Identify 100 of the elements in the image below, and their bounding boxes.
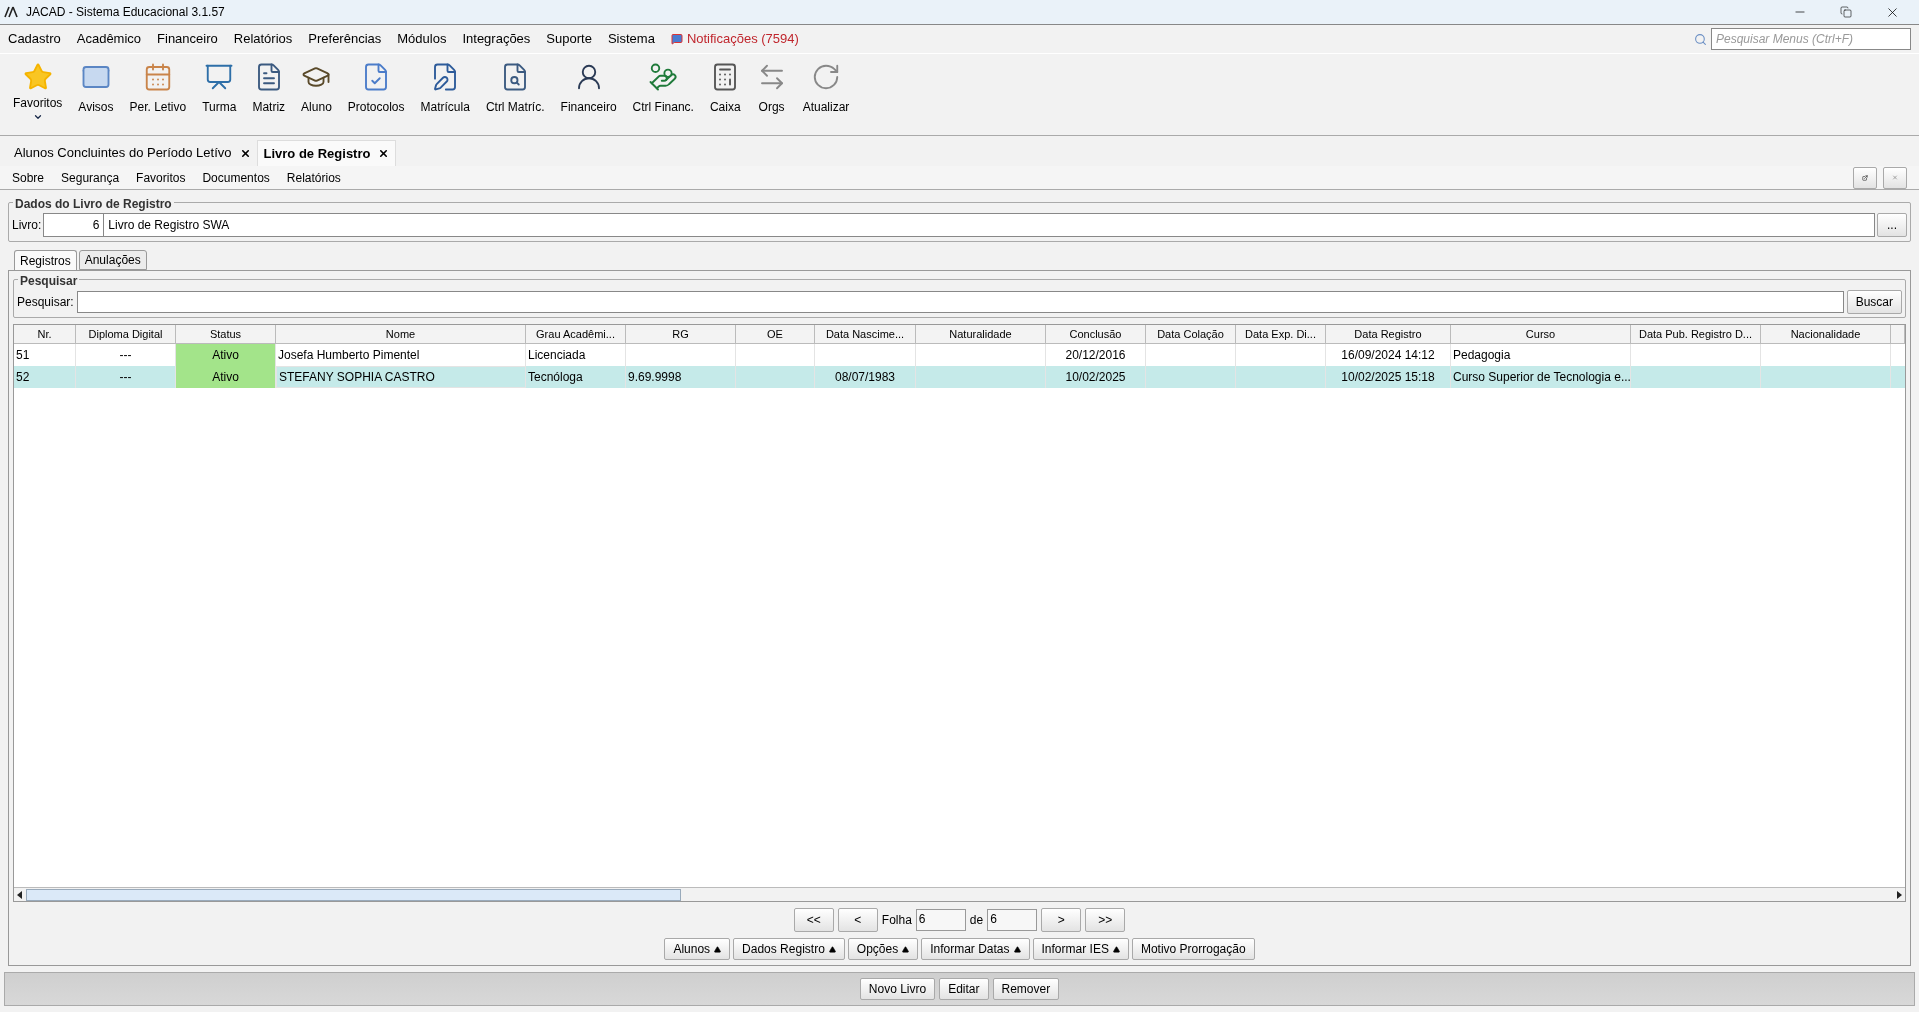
- toolbar-button[interactable]: Turma: [197, 60, 242, 116]
- table-cell: Ativo: [176, 344, 276, 366]
- window-title: JACAD - Sistema Educacional 3.1.57: [26, 4, 225, 21]
- table-cell: 52: [14, 366, 76, 388]
- page-label: Folha: [881, 912, 912, 929]
- hand-coins-icon: [648, 62, 679, 92]
- tab[interactable]: Anulações: [78, 250, 147, 270]
- document-tab[interactable]: Livro de Registro: [256, 140, 397, 166]
- tab[interactable]: Registros: [14, 250, 77, 270]
- table-cell: Curso Superior de Tecnologia e...: [1451, 366, 1631, 388]
- toolbar-button[interactable]: Favoritos: [8, 60, 68, 122]
- field-label: Livro:: [12, 217, 43, 234]
- dropdown-icon: [32, 112, 43, 122]
- menu-item[interactable]: Relatórios: [233, 29, 293, 49]
- search-icon: [1694, 32, 1707, 46]
- column-header[interactable]: OE: [736, 325, 815, 343]
- next-page-button[interactable]: >: [1041, 908, 1082, 932]
- column-header[interactable]: Data Registro: [1326, 325, 1451, 343]
- menu-item[interactable]: Preferências: [308, 29, 382, 49]
- menu-item[interactable]: Módulos: [397, 29, 447, 49]
- column-header[interactable]: Nome: [276, 325, 526, 343]
- action-menu-button[interactable]: Informar Datas: [921, 938, 1030, 960]
- toolbar-button[interactable]: Per. Letivo: [124, 60, 192, 116]
- first-page-button[interactable]: <<: [793, 908, 834, 932]
- horizontal-scrollbar[interactable]: [14, 887, 1905, 901]
- submenu-item[interactable]: Favoritos: [136, 168, 186, 187]
- toolbar-button[interactable]: Matriz: [247, 60, 291, 116]
- toolbar-button[interactable]: Protocolos: [342, 60, 410, 116]
- caret-icon: [1013, 945, 1021, 953]
- detach-button[interactable]: [1853, 166, 1877, 189]
- last-page-button[interactable]: >>: [1085, 908, 1126, 932]
- column-header[interactable]: Data Nascime...: [815, 325, 916, 343]
- menu-item[interactable]: Cadastro: [8, 29, 61, 49]
- toolbar-button[interactable]: Ctrl Financ.: [627, 60, 699, 116]
- table-cell: STEFANY SOPHIA CASTRO: [276, 366, 526, 388]
- restore-icon[interactable]: [1840, 6, 1852, 18]
- document-tab[interactable]: Alunos Concluintes do Período Letívo: [8, 140, 257, 166]
- column-header[interactable]: Nr.: [14, 325, 76, 343]
- toolbar-button[interactable]: Matrícula: [415, 60, 475, 116]
- caret-icon: [714, 945, 722, 953]
- caret-icon: [902, 945, 910, 953]
- close-icon[interactable]: [239, 147, 251, 159]
- toolbar-button[interactable]: Caixa: [704, 60, 746, 116]
- menu-item[interactable]: Acadêmico: [76, 29, 142, 49]
- menu-item[interactable]: Suporte: [546, 29, 592, 49]
- table-cell: 10/02/2025 15:18: [1326, 366, 1451, 388]
- scroll-left-icon[interactable]: [16, 890, 24, 899]
- action-menu-button[interactable]: Informar IES: [1032, 938, 1129, 960]
- action-menu-button[interactable]: Dados Registro: [733, 938, 845, 960]
- book-action-button[interactable]: Novo Livro: [859, 978, 936, 1000]
- book-action-button[interactable]: Remover: [992, 978, 1060, 1000]
- toolbar-button[interactable]: Orgs: [751, 60, 792, 116]
- menu-item[interactable]: Financeiro: [157, 29, 218, 49]
- menu-search-field[interactable]: Pesquisar Menus (Ctrl+F): [1711, 28, 1911, 50]
- column-header[interactable]: Diploma Digital: [76, 325, 176, 343]
- column-header[interactable]: Data Colação: [1146, 325, 1236, 343]
- toolbar-button[interactable]: Atualizar: [797, 60, 855, 116]
- table-row[interactable]: 52 --- Ativo STEFANY SOPHIA CASTRO Tecnóloga 9.69.9998 08/07/1983 10/02/2025 10/02/2025 15:18 Curso Superior de Tecnologia e...: [14, 366, 1905, 388]
- toolbar-button[interactable]: Ctrl Matríc.: [480, 60, 550, 116]
- action-menu-button[interactable]: Alunos: [664, 938, 731, 960]
- close-icon[interactable]: [378, 148, 390, 159]
- toolbar-button[interactable]: Aluno: [296, 60, 337, 116]
- browse-button[interactable]: ...: [1877, 213, 1907, 237]
- menu-item[interactable]: Integrações: [462, 29, 531, 49]
- search-button[interactable]: Buscar: [1846, 290, 1902, 314]
- column-header[interactable]: Naturalidade: [916, 325, 1046, 343]
- column-header[interactable]: Grau Acadêmi...: [526, 325, 626, 343]
- column-header[interactable]: Data Pub. Registro D...: [1631, 325, 1761, 343]
- column-header[interactable]: Curso: [1451, 325, 1631, 343]
- submenu-item[interactable]: Sobre: [12, 168, 45, 187]
- scroll-right-icon[interactable]: [1895, 890, 1903, 899]
- submenu-item[interactable]: Documentos: [202, 168, 270, 187]
- menu-item[interactable]: Sistema: [607, 29, 655, 49]
- table-cell: Ativo: [176, 366, 276, 388]
- book-number-field[interactable]: 6: [43, 213, 105, 237]
- book-action-button[interactable]: Editar: [939, 978, 989, 1000]
- column-header[interactable]: Status: [176, 325, 276, 343]
- notifications-link[interactable]: Notificações (7594): [686, 29, 799, 49]
- caret-icon: [1112, 945, 1120, 953]
- table-cell: 9.69.9998: [626, 366, 736, 388]
- book-name-field[interactable]: Livro de Registro SWA: [104, 213, 1875, 237]
- column-header[interactable]: Conclusão: [1046, 325, 1146, 343]
- page-field[interactable]: 6: [915, 909, 966, 931]
- column-header[interactable]: RG: [626, 325, 736, 343]
- total-pages-field[interactable]: 6: [987, 909, 1038, 931]
- action-menu-button[interactable]: Opções: [847, 938, 919, 960]
- column-header[interactable]: Data Exp. Di...: [1236, 325, 1326, 343]
- field-label: Pesquisar:: [17, 294, 74, 311]
- previous-page-button[interactable]: <: [837, 908, 878, 932]
- search-field[interactable]: [76, 291, 1844, 313]
- table-cell: Tecnóloga: [526, 366, 626, 388]
- submenu-item[interactable]: Segurança: [61, 168, 120, 187]
- toolbar-button[interactable]: Avisos: [73, 60, 119, 116]
- action-menu-button[interactable]: Motivo Prorrogação: [1131, 938, 1255, 960]
- column-header[interactable]: Nacionalidade: [1761, 325, 1891, 343]
- submenu-item[interactable]: Relatórios: [286, 168, 341, 187]
- table-cell: Josefa Humberto Pimentel: [276, 344, 526, 366]
- notification-icon[interactable]: [670, 33, 683, 45]
- caret-icon: [828, 945, 836, 953]
- toolbar-button[interactable]: Financeiro: [555, 60, 622, 116]
